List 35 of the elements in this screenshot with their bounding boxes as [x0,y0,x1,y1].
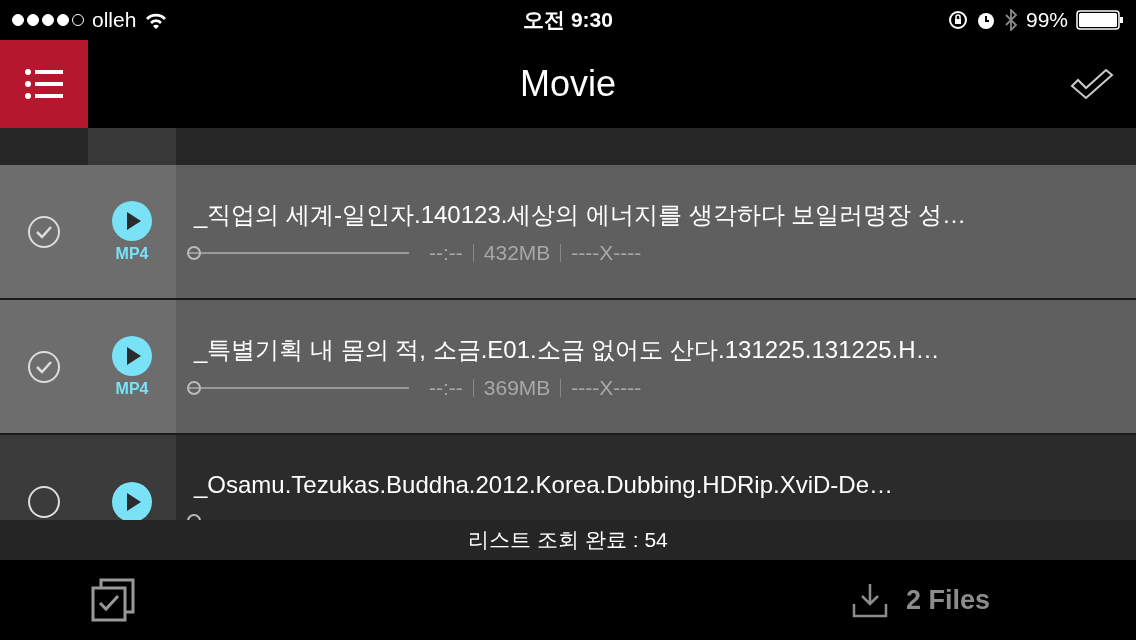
checked-circle-icon[interactable] [27,349,61,384]
duration: --:-- [429,375,463,400]
menu-button[interactable] [0,40,88,128]
page-title: Movie [519,63,617,105]
file-title: _직업의 세계-일인자.140123.세상의 에너지를 생각하다 보일러명장 성… [194,199,968,230]
alarm-icon [975,10,996,30]
battery-percent: 99% [1025,8,1068,32]
file-title: _Osamu.Tezukas.Buddha.2012.Korea.Dubbing.HDRip.XviD-De… [194,470,895,499]
file-size: 432MB [483,240,551,265]
download-button[interactable]: 2 Files [845,581,996,619]
play-icon[interactable] [112,481,152,520]
file-title: _특별기획 내 몸의 적, 소금.E01.소금 없어도 산다.131225.131225.H… [194,334,941,365]
file-size: 369MB [483,375,551,400]
duration: --:-- [429,240,463,265]
status-toast: 리스트 조회 완료 : 54 [0,520,1136,560]
play-icon[interactable] [112,200,152,241]
download-icon [851,582,888,618]
empty-circle-icon[interactable] [27,484,61,519]
rotation-lock-icon [947,10,968,30]
select-all-icon [91,578,135,622]
battery-icon [1076,10,1124,30]
resolution: ----X---- [571,375,642,400]
resolution: ----X---- [571,240,642,265]
format-label: MP4 [115,379,149,398]
menu-icon [24,68,64,100]
slider-thumb[interactable] [187,380,201,395]
wifi-icon [144,11,169,29]
bluetooth-icon [1003,9,1018,31]
checkmark-icon [1070,68,1114,100]
slider-thumb[interactable] [187,245,201,260]
clock: 오전 9:30 [523,7,613,33]
format-label: MP4 [115,244,149,263]
play-icon[interactable] [112,335,152,376]
checked-circle-icon[interactable] [27,214,61,249]
carrier-name: olleh [92,8,137,32]
